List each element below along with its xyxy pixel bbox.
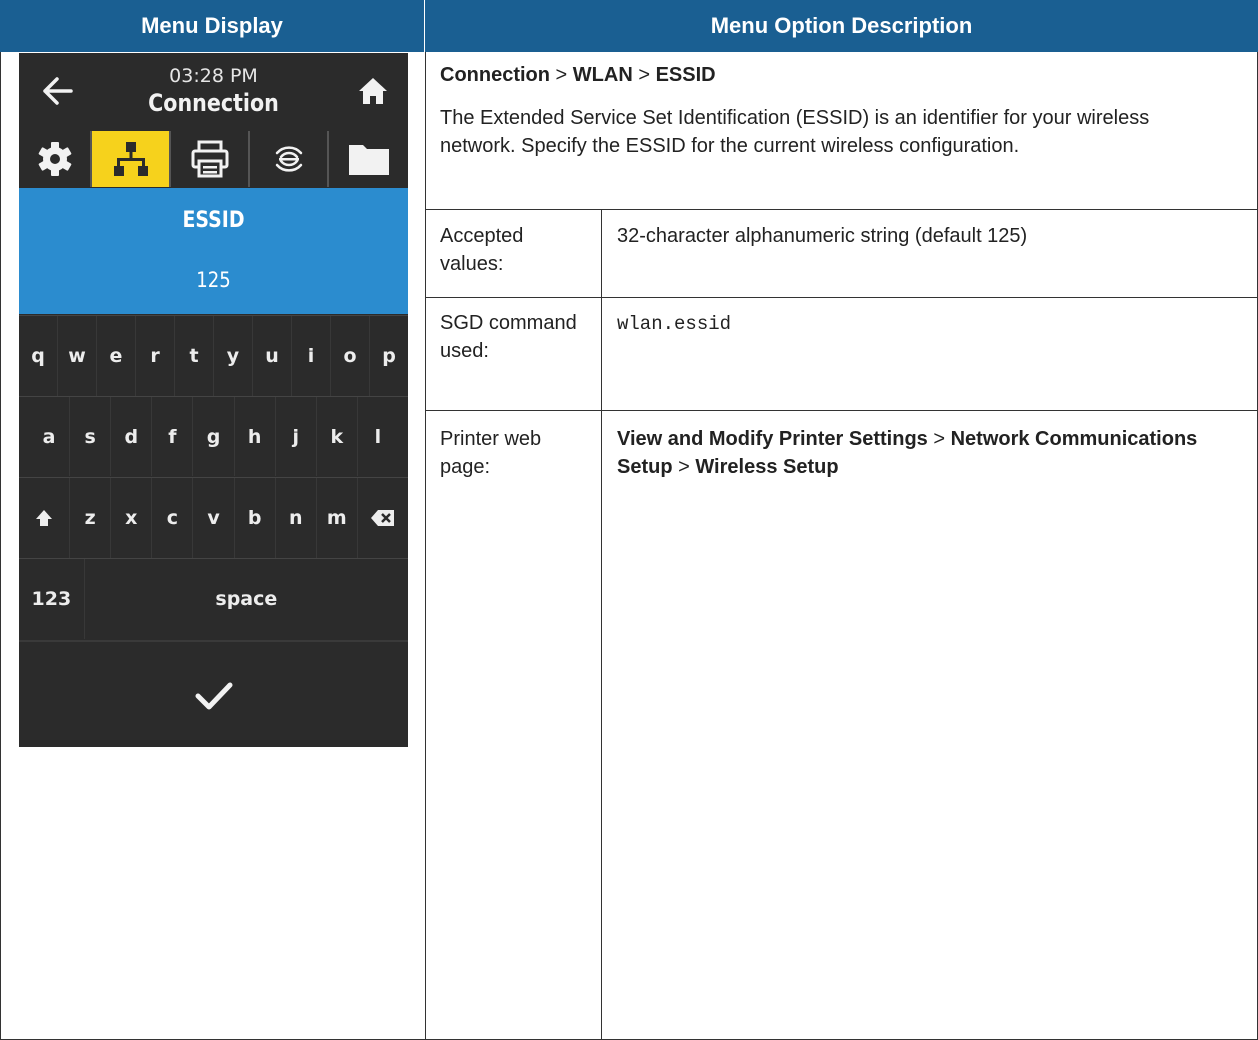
printer-touchscreen: 03:28 PM Connection ESSID 125 q w e r t … (19, 53, 408, 747)
key-i[interactable]: i (292, 316, 331, 396)
sgd-command-label: SGD command used: (440, 312, 577, 362)
path-separator: > (632, 64, 656, 86)
web-path-wireless-setup: Wireless Setup (695, 456, 839, 478)
tab-connection[interactable] (92, 131, 171, 187)
key-f[interactable]: f (152, 397, 194, 476)
clock-time: 03:28 PM (169, 65, 258, 87)
top-bar: 03:28 PM Connection (19, 53, 408, 127)
key-d[interactable]: d (111, 397, 153, 476)
path-connection: Connection (440, 64, 550, 86)
header-menu-display: Menu Display (0, 0, 425, 52)
keyboard-row-4: 123 space (19, 558, 408, 639)
folder-icon (348, 145, 389, 175)
gear-icon (38, 142, 71, 176)
key-s[interactable]: s (70, 397, 112, 476)
backspace-icon (370, 510, 394, 526)
network-icon (113, 142, 148, 176)
numbers-key[interactable]: 123 (19, 559, 85, 639)
key-n[interactable]: n (276, 478, 317, 558)
selected-item-label: ESSID (182, 208, 245, 233)
key-z[interactable]: z (70, 478, 112, 558)
accepted-values-label: Accepted values: (440, 225, 524, 275)
key-v[interactable]: v (193, 478, 235, 558)
tab-storage[interactable] (329, 131, 408, 187)
column-divider (425, 52, 426, 1040)
tab-settings[interactable] (19, 131, 92, 187)
keyboard-row-1: q w e r t y u i o p (19, 315, 408, 396)
space-key[interactable]: space (85, 559, 408, 639)
key-h[interactable]: h (235, 397, 276, 476)
header-menu-option-description: Menu Option Description (425, 0, 1258, 52)
key-y[interactable]: y (214, 316, 253, 396)
row-divider (425, 297, 1258, 298)
key-u[interactable]: u (253, 316, 292, 396)
shift-key[interactable] (19, 478, 71, 558)
keyboard-row-3: z x c v b n m (19, 477, 408, 558)
key-j[interactable]: j (276, 397, 317, 476)
menu-tabs (19, 131, 408, 187)
header-menu-display-text: Menu Display (141, 13, 283, 38)
key-p[interactable]: p (370, 316, 408, 396)
key-c[interactable]: c (152, 478, 194, 558)
screen-title: Connection (148, 89, 279, 117)
key-b[interactable]: b (235, 478, 276, 558)
key-o[interactable]: o (331, 316, 370, 396)
key-m[interactable]: m (317, 478, 358, 558)
web-path-separator: > (672, 456, 696, 478)
key-x[interactable]: x (111, 478, 153, 558)
header-description-text: Menu Option Description (710, 13, 973, 38)
key-a[interactable]: a (29, 397, 71, 476)
printer-web-page-label: Printer web page: (440, 428, 542, 478)
key-r[interactable]: r (136, 316, 175, 396)
path-wlan: WLAN (572, 64, 633, 86)
row-divider (425, 410, 1258, 411)
key-k[interactable]: k (317, 397, 358, 476)
key-q[interactable]: q (19, 316, 58, 396)
sgd-command-value: wlan.essid (617, 313, 732, 335)
path-essid: ESSID (655, 64, 716, 86)
printer-icon (191, 140, 228, 178)
row-divider (425, 209, 1258, 210)
web-path-separator: > (927, 428, 951, 450)
shift-arrow-icon (36, 510, 53, 526)
path-separator: > (550, 64, 573, 86)
key-t[interactable]: t (175, 316, 214, 396)
tab-sensors[interactable] (250, 131, 329, 187)
menu-path: Connection > WLAN > ESSID (440, 64, 716, 87)
tab-print[interactable] (171, 131, 250, 187)
inner-column-divider (601, 209, 602, 1040)
option-description: The Extended Service Set Identification … (440, 107, 1150, 157)
checkmark-icon (195, 682, 232, 709)
printer-web-page-value: View and Modify Printer Settings > Netwo… (617, 425, 1237, 481)
home-icon[interactable] (357, 75, 389, 107)
key-l[interactable]: l (358, 397, 398, 476)
wireless-icon (275, 146, 302, 172)
selected-item[interactable]: ESSID 125 (19, 188, 408, 314)
key-e[interactable]: e (97, 316, 136, 396)
backspace-key[interactable] (358, 478, 408, 558)
confirm-button[interactable] (19, 640, 408, 747)
accepted-values-value: 32-character alphanumeric string (defaul… (617, 225, 1028, 247)
key-g[interactable]: g (193, 397, 235, 476)
keyboard-row-2: a s d f g h j k l (19, 396, 408, 476)
web-path-view-modify: View and Modify Printer Settings (617, 428, 928, 450)
selected-item-value: 125 (196, 268, 231, 292)
key-w[interactable]: w (58, 316, 97, 396)
